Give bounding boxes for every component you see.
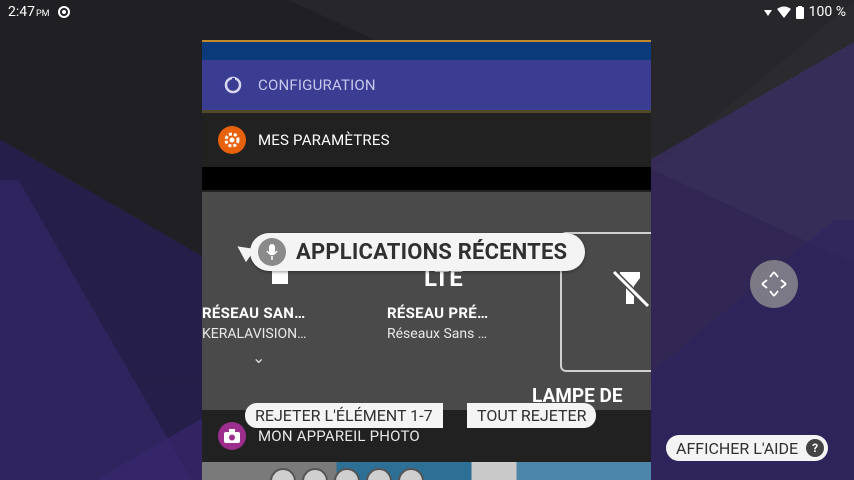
battery-level: 100 %: [808, 4, 846, 20]
camera-preview-controls: [270, 468, 424, 480]
divider-band: [202, 167, 651, 190]
preview-control: [334, 468, 360, 480]
signal-icon: [763, 10, 772, 16]
quick-settings-area: LTE RÉSEAU SAN… KERALAVISION… ⌄ RÉSEAU P…: [202, 192, 651, 410]
camera-icon: [218, 422, 246, 450]
wifi-tile[interactable]: RÉSEAU SAN… KERALAVISION…: [202, 304, 332, 342]
dismiss-item-button[interactable]: REJETER L'ÉLÉMENT 1-7: [245, 403, 443, 428]
flashlight-off-icon: [611, 269, 651, 309]
battery-icon: [795, 5, 804, 19]
move-handle[interactable]: [750, 260, 798, 308]
clock: 2:47PM: [8, 4, 50, 20]
recent-apps-bubble[interactable]: APPLICATIONS RÉCENTES: [250, 233, 586, 271]
sync-icon: [57, 6, 70, 18]
configuration-icon: [220, 72, 246, 98]
configuration-label: CONFIGURATION: [258, 76, 376, 94]
gear-icon: [218, 126, 246, 154]
wifi-icon: [776, 6, 791, 18]
microphone-icon: [258, 238, 286, 266]
help-icon: ?: [806, 439, 825, 457]
configuration-row[interactable]: CONFIGURATION: [202, 60, 651, 113]
recent-apps-label: APPLICATIONS RÉCENTES: [296, 239, 568, 265]
card-top-band: [202, 40, 651, 60]
chevron-down-icon[interactable]: ⌄: [252, 348, 265, 367]
status-bar: 2:47PM 100 %: [0, 0, 854, 24]
dismiss-all-button[interactable]: TOUT REJETER: [467, 403, 597, 428]
move-arrows-icon: [761, 271, 787, 297]
preview-control: [398, 468, 424, 480]
preview-control: [270, 468, 296, 480]
preview-control: [366, 468, 392, 480]
camera-label: MON APPAREIL PHOTO: [258, 427, 420, 445]
preview-control: [302, 468, 328, 480]
show-help-button[interactable]: AFFICHER L'AIDE ?: [666, 435, 829, 461]
mobile-network-tile[interactable]: RÉSEAU PRÉ… Réseaux Sans …: [387, 304, 527, 342]
show-help-label: AFFICHER L'AIDE: [676, 438, 799, 458]
settings-row[interactable]: MES PARAMÈTRES: [202, 113, 651, 167]
settings-label: MES PARAMÈTRES: [258, 131, 390, 149]
